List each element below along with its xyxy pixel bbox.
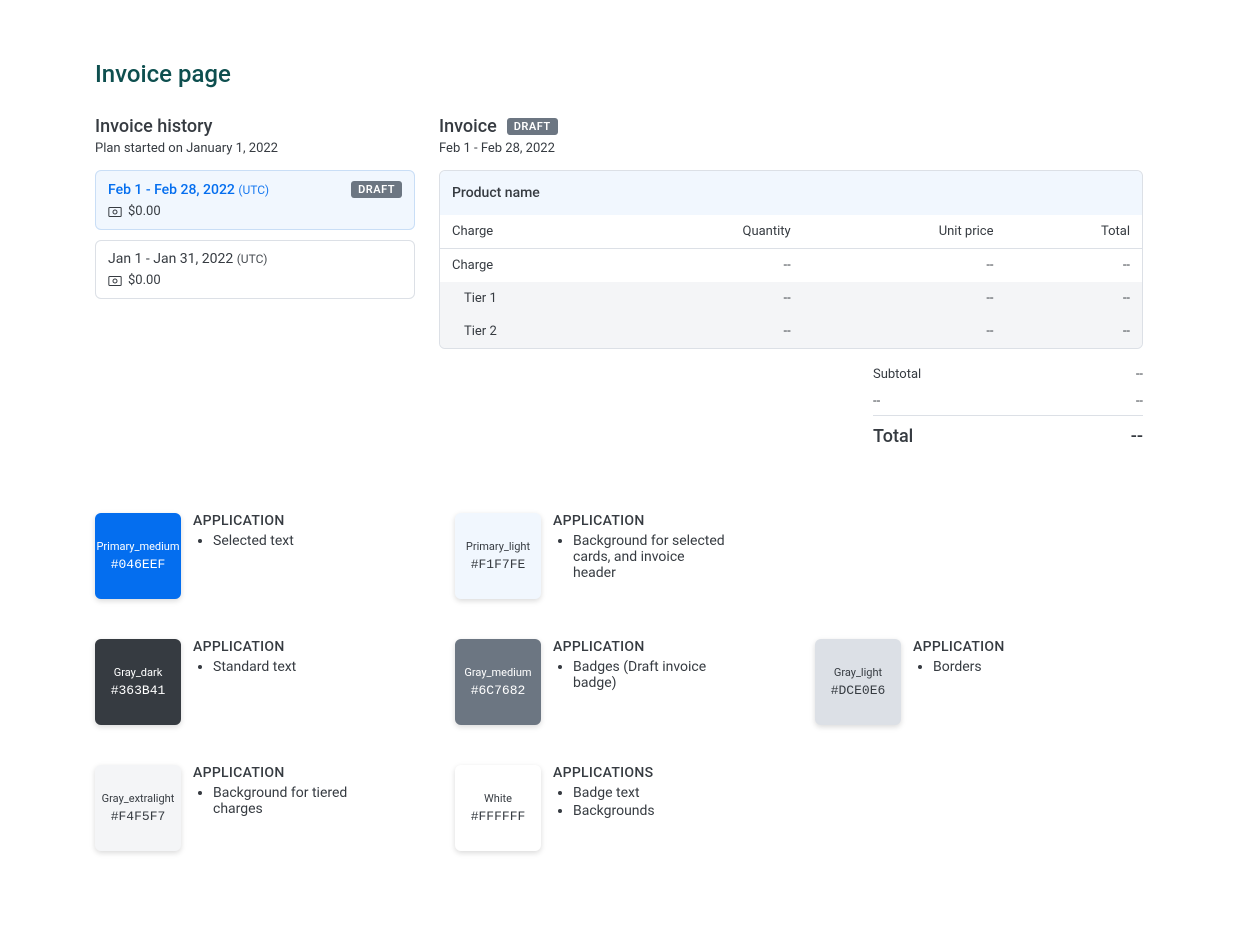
col-quantity: Quantity [617, 215, 803, 249]
column-headers: Charge Quantity Unit price Total [440, 215, 1142, 249]
cash-icon [108, 276, 122, 286]
row-quantity: -- [617, 315, 803, 348]
application-label: APPLICATIONS [553, 765, 655, 781]
color-swatch: Primary_light #F1F7FE [455, 513, 541, 599]
row-label: Tier 2 [440, 315, 617, 348]
row-label: Charge [440, 249, 617, 283]
blank-value: -- [1136, 394, 1143, 409]
swatch-hex: #363B41 [111, 683, 166, 698]
swatch-use: Standard text [213, 659, 296, 675]
invoice-title: Invoice [439, 116, 497, 137]
swatch-name: Primary_medium [96, 540, 179, 553]
swatch-name: Gray_extralight [102, 792, 175, 805]
swatch-item: White #FFFFFF APPLICATIONS Badge text Backgr… [455, 765, 725, 851]
row-unit-price: -- [803, 282, 1006, 315]
invoice-table: Product name Charge Quantity Unit price … [439, 170, 1143, 349]
swatch-name: Gray_dark [114, 666, 163, 679]
color-swatch: Gray_dark #363B41 [95, 639, 181, 725]
subtotal-label: Subtotal [873, 367, 921, 382]
swatch-name: White [484, 792, 512, 805]
swatch-item: Gray_medium #6C7682 APPLICATION Badges (Dra… [455, 639, 725, 725]
row-total: -- [1006, 249, 1143, 283]
col-total: Total [1006, 215, 1143, 249]
swatch-hex: #FFFFFF [471, 809, 526, 824]
color-swatch: Primary_medium #046EEF [95, 513, 181, 599]
status-badge: DRAFT [351, 181, 402, 198]
col-unit-price: Unit price [803, 215, 1006, 249]
application-label: APPLICATION [553, 513, 725, 529]
swatch-item: Gray_extralight #F4F5F7 APPLICATION Backgro… [95, 765, 365, 851]
application-label: APPLICATION [193, 639, 296, 655]
row-quantity: -- [617, 249, 803, 283]
swatch-hex: #6C7682 [471, 683, 526, 698]
row-unit-price: -- [803, 315, 1006, 348]
table-row: Tier 1------ [440, 282, 1142, 315]
swatch-use: Selected text [213, 533, 294, 549]
history-date-range: Jan 1 - Jan 31, 2022 [108, 251, 233, 267]
total-label: Total [873, 426, 913, 447]
row-quantity: -- [617, 282, 803, 315]
totals-block: Subtotal -- -- -- Total -- [873, 361, 1143, 453]
subtotal-value: -- [1136, 367, 1143, 382]
table-row: Charge------ [440, 249, 1142, 283]
swatch-hex: #F4F5F7 [111, 809, 166, 824]
swatch-item: Primary_medium #046EEF APPLICATION Selected… [95, 513, 365, 599]
invoice-subtitle: Feb 1 - Feb 28, 2022 [439, 141, 1143, 156]
row-total: -- [1006, 315, 1143, 348]
cash-icon [108, 207, 122, 217]
page-title: Invoice page [95, 60, 1143, 88]
history-title: Invoice history [95, 116, 415, 137]
application-label: APPLICATION [913, 639, 1005, 655]
history-tz: (UTC) [238, 183, 269, 197]
blank-label: -- [873, 394, 880, 409]
swatch-item: Gray_dark #363B41 APPLICATION Standard text [95, 639, 365, 725]
swatch-use: Borders [933, 659, 1005, 675]
swatch-use: Backgrounds [573, 803, 655, 819]
row-total: -- [1006, 282, 1143, 315]
swatch-name: Primary_light [466, 540, 530, 553]
swatch-item: Gray_light #DCE0E6 APPLICATION Borders [815, 639, 1085, 725]
history-amount: $0.00 [128, 273, 161, 288]
history-subtitle: Plan started on January 1, 2022 [95, 141, 415, 156]
swatch-use: Badge text [573, 785, 655, 801]
swatch-use: Background for selected cards, and invoi… [573, 533, 725, 581]
color-swatch: Gray_light #DCE0E6 [815, 639, 901, 725]
application-label: APPLICATION [193, 765, 365, 781]
history-tz: (UTC) [237, 252, 268, 266]
swatch-name: Gray_light [834, 666, 882, 679]
row-unit-price: -- [803, 249, 1006, 283]
color-swatch: Gray_extralight #F4F5F7 [95, 765, 181, 851]
history-date-range: Feb 1 - Feb 28, 2022 [108, 182, 235, 198]
history-card[interactable]: Feb 1 - Feb 28, 2022 (UTC) DRAFT $0.00 [95, 170, 415, 230]
application-label: APPLICATION [193, 513, 294, 529]
row-label: Tier 1 [440, 282, 617, 315]
history-card[interactable]: Jan 1 - Jan 31, 2022 (UTC) $0.00 [95, 240, 415, 299]
swatch-hex: #F1F7FE [471, 557, 526, 572]
total-value: -- [1131, 426, 1143, 447]
product-name-header: Product name [440, 171, 1142, 215]
col-charge: Charge [440, 215, 617, 249]
swatch-item: Primary_light #F1F7FE APPLICATION Backgroun… [455, 513, 725, 599]
status-badge: DRAFT [507, 118, 558, 135]
swatch-name: Gray_medium [464, 666, 531, 679]
table-row: Tier 2------ [440, 315, 1142, 348]
swatch-hex: #046EEF [111, 557, 166, 572]
swatch-use: Badges (Draft invoice badge) [573, 659, 725, 691]
swatch-hex: #DCE0E6 [831, 683, 886, 698]
swatch-use: Background for tiered charges [213, 785, 365, 817]
color-swatch: Gray_medium #6C7682 [455, 639, 541, 725]
color-swatch: White #FFFFFF [455, 765, 541, 851]
application-label: APPLICATION [553, 639, 725, 655]
history-amount: $0.00 [128, 204, 161, 219]
